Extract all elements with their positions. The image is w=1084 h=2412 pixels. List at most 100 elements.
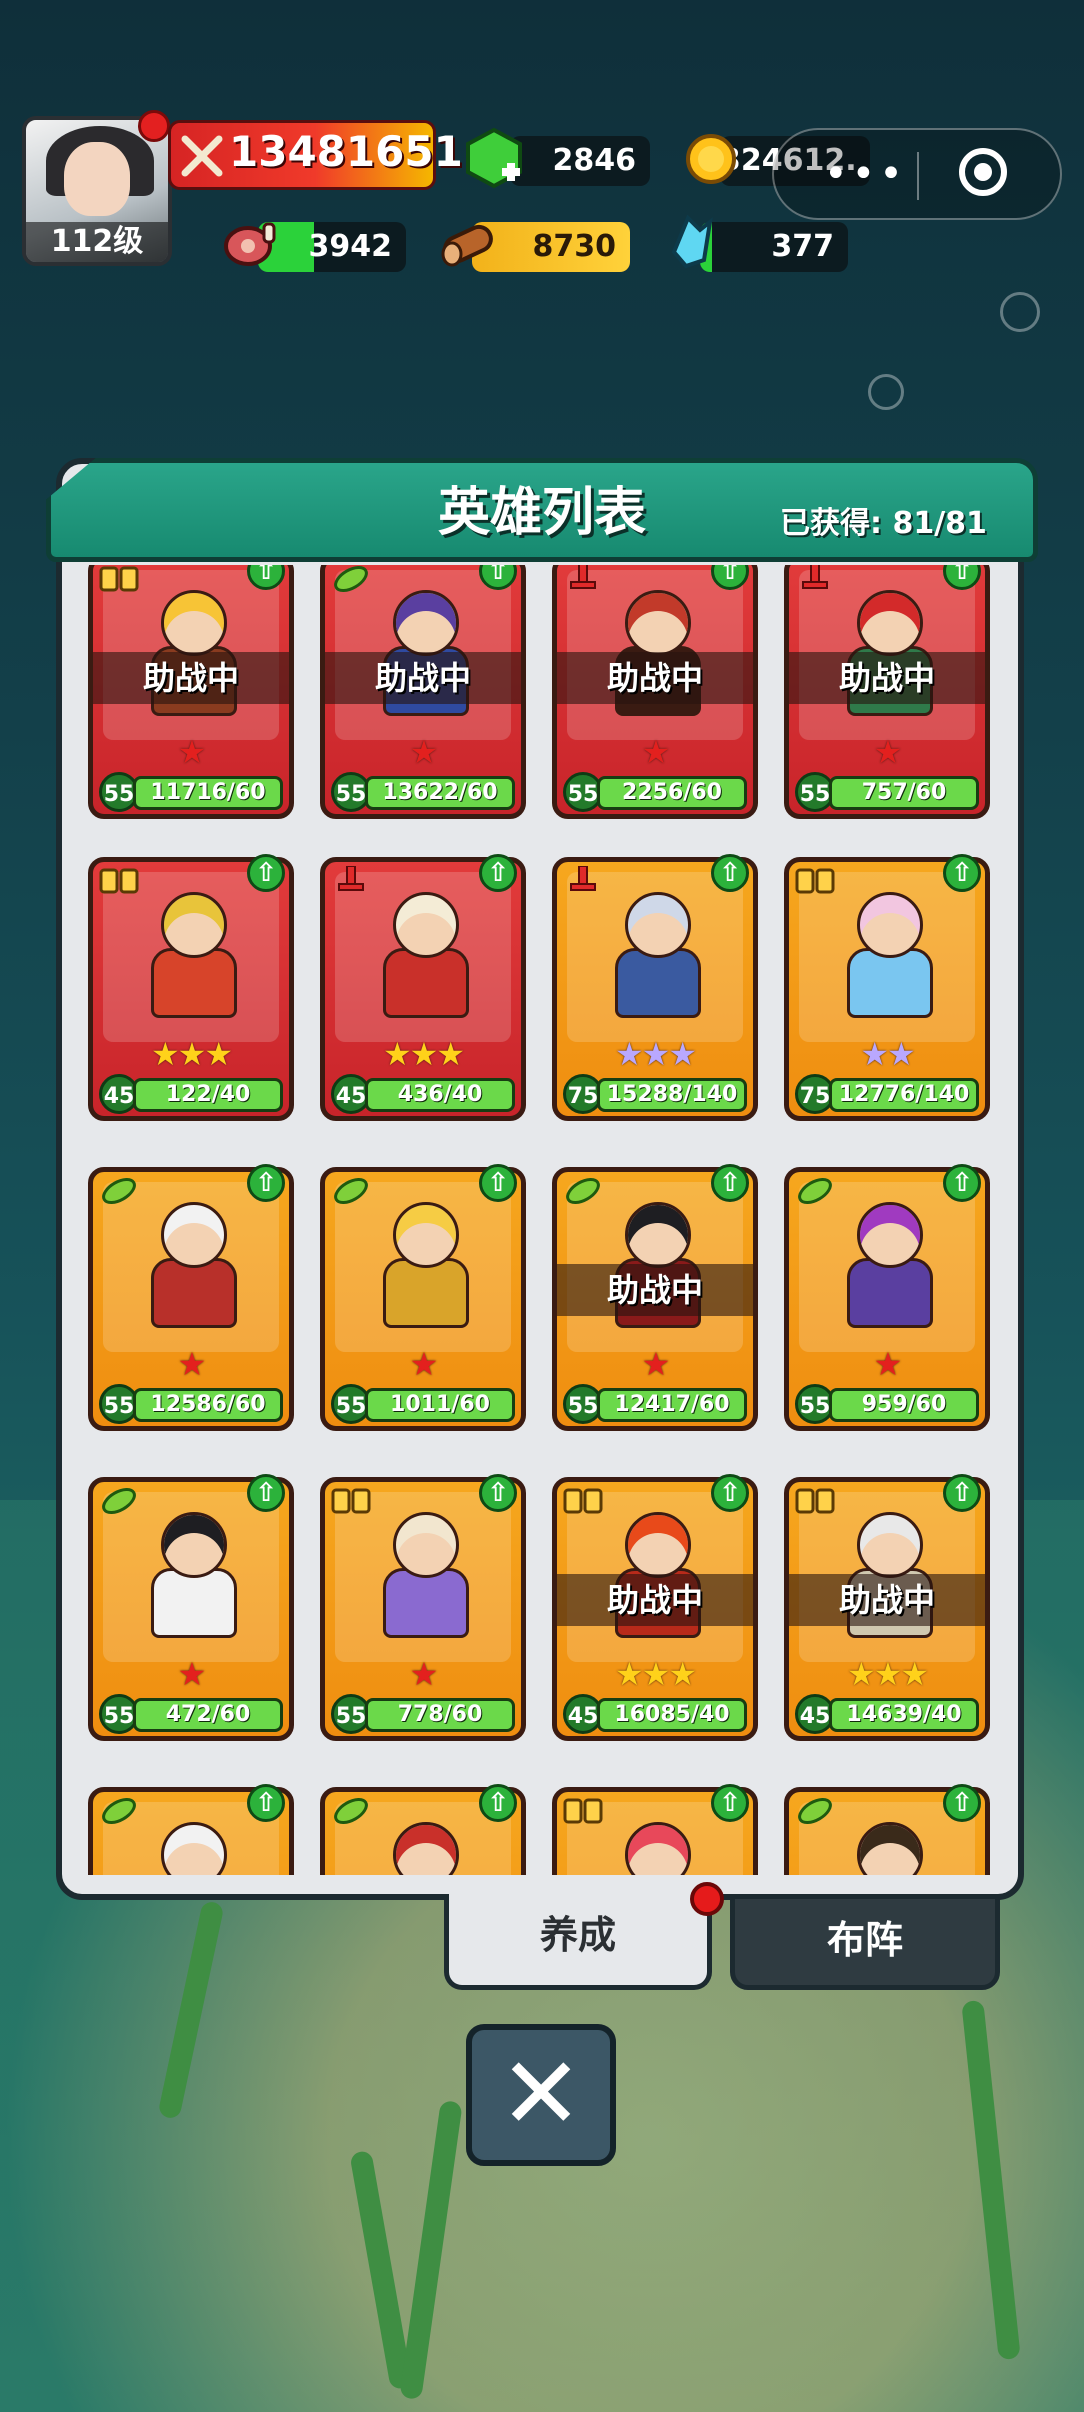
sword-class-icon bbox=[331, 865, 371, 896]
hero-head bbox=[161, 1512, 227, 1578]
combat-power-value: 13481651 bbox=[229, 127, 463, 176]
hero-figure bbox=[141, 1822, 241, 1875]
hero-head bbox=[857, 1512, 923, 1578]
shard-progress: 2256/60 bbox=[597, 776, 747, 810]
shard-progress: 11716/60 bbox=[133, 776, 283, 810]
star-rating: ★ bbox=[409, 733, 439, 771]
hero-card[interactable]: ⇧ bbox=[320, 1784, 526, 1875]
hero-figure bbox=[605, 892, 705, 1018]
upgrade-arrow-icon: ⇧ bbox=[247, 1784, 285, 1822]
star-rating: ★ bbox=[873, 733, 903, 771]
shard-progress: 959/60 bbox=[829, 1388, 979, 1422]
book-class-icon bbox=[99, 565, 139, 594]
star-rating: ★★★ bbox=[382, 1035, 465, 1073]
hero-card[interactable]: ⇧ ★★★ 45 436/40 bbox=[320, 854, 526, 1121]
more-menu-button[interactable]: ••• bbox=[824, 154, 907, 194]
hero-head bbox=[625, 1512, 691, 1578]
hero-card[interactable]: ⇧ 助战中 ★ 55 2256/60 bbox=[552, 565, 758, 819]
player-level: 112级 bbox=[26, 222, 168, 262]
hero-body bbox=[151, 948, 237, 1018]
close-button[interactable]: ✕ bbox=[466, 2024, 616, 2166]
leaf-class-icon bbox=[331, 1176, 371, 1206]
mini-program-capsule: ••• bbox=[772, 128, 1062, 220]
book-class-icon bbox=[563, 1486, 603, 1516]
hero-card[interactable]: ⇧ 助战中 ★★★ 45 14639/40 bbox=[784, 1474, 990, 1741]
hero-card[interactable]: ⇧ 助战中 ★ 55 11716/60 bbox=[88, 565, 294, 819]
hero-card[interactable]: ⇧ 助战中 ★ 55 13622/60 bbox=[320, 565, 526, 819]
close-mini-program-icon[interactable] bbox=[959, 148, 1007, 196]
hero-figure bbox=[373, 1512, 473, 1638]
hero-figure bbox=[141, 1512, 241, 1638]
hero-card[interactable]: ⇧ bbox=[88, 1784, 294, 1875]
gems-value: 2846 bbox=[552, 143, 637, 178]
hero-head bbox=[393, 1822, 459, 1875]
leaf-class-icon bbox=[99, 1486, 139, 1516]
upgrade-arrow-icon: ⇧ bbox=[479, 1164, 517, 1202]
hero-head bbox=[857, 590, 923, 656]
crystal-counter: 377 bbox=[700, 222, 848, 272]
hero-figure bbox=[837, 1822, 937, 1875]
combat-power-bar: 13481651 bbox=[168, 120, 463, 190]
star-rating: ★★★ bbox=[846, 1655, 929, 1693]
tab-formation[interactable]: 布阵 bbox=[730, 1894, 1000, 1990]
shard-progress: 12776/140 bbox=[829, 1078, 979, 1112]
shard-progress: 16085/40 bbox=[597, 1698, 747, 1732]
upgrade-arrow-icon: ⇧ bbox=[711, 1784, 749, 1822]
hero-head bbox=[393, 1202, 459, 1268]
hero-head bbox=[857, 1822, 923, 1875]
hero-figure bbox=[373, 1202, 473, 1328]
hero-card[interactable]: ⇧ 助战中 ★★★ 45 16085/40 bbox=[552, 1474, 758, 1741]
hero-card[interactable]: ⇧ 助战中 ★ 55 757/60 bbox=[784, 565, 990, 819]
assisting-label: 助战中 bbox=[789, 652, 985, 704]
book-class-icon bbox=[99, 866, 139, 896]
hero-card[interactable]: ⇧ ★★★ 75 15288/140 bbox=[552, 854, 758, 1121]
hero-card[interactable]: ⇧ bbox=[784, 1784, 990, 1875]
upgrade-arrow-icon: ⇧ bbox=[479, 1784, 517, 1822]
hero-head bbox=[625, 1822, 691, 1875]
assisting-label: 助战中 bbox=[789, 1574, 985, 1626]
crystal-value: 377 bbox=[771, 229, 834, 264]
hero-card[interactable]: ⇧ ★ 55 1011/60 bbox=[320, 1164, 526, 1431]
assisting-label: 助战中 bbox=[325, 652, 521, 704]
hero-figure bbox=[141, 892, 241, 1018]
leaf-class-icon bbox=[795, 1176, 835, 1206]
upgrade-arrow-icon: ⇧ bbox=[943, 1164, 981, 1202]
upgrade-arrow-icon: ⇧ bbox=[247, 854, 285, 892]
star-rating: ★★★ bbox=[614, 1035, 697, 1073]
hero-card[interactable]: ⇧ ★ 55 472/60 bbox=[88, 1474, 294, 1741]
hero-grid[interactable]: ⇧ 助战中 ★ 55 11716/60 ⇧ 助战中 ★ 55 13622/60 ⇧ 助战中 ★ 55 225… bbox=[72, 565, 1012, 1875]
hero-card[interactable]: ⇧ ★ 55 778/60 bbox=[320, 1474, 526, 1741]
hero-figure bbox=[837, 1202, 937, 1328]
hero-card[interactable]: ⇧ ★★ 75 12776/140 bbox=[784, 854, 990, 1121]
star-rating: ★★★ bbox=[150, 1035, 233, 1073]
hero-card[interactable]: ⇧ bbox=[552, 1784, 758, 1875]
star-rating: ★ bbox=[641, 1345, 671, 1383]
bubble bbox=[1000, 292, 1040, 332]
meat-icon bbox=[224, 222, 276, 266]
leaf-class-icon bbox=[331, 565, 371, 594]
book-class-icon bbox=[795, 1486, 835, 1516]
hero-figure bbox=[605, 1822, 705, 1875]
upgrade-arrow-icon: ⇧ bbox=[943, 1784, 981, 1822]
crystal-icon bbox=[671, 214, 713, 269]
hero-card[interactable]: ⇧ ★ 55 959/60 bbox=[784, 1164, 990, 1431]
assisting-label: 助战中 bbox=[93, 652, 289, 704]
wood-value: 8730 bbox=[532, 229, 617, 264]
hero-card[interactable]: ⇧ 助战中 ★ 55 12417/60 bbox=[552, 1164, 758, 1431]
hero-card[interactable]: ⇧ ★★★ 45 122/40 bbox=[88, 854, 294, 1121]
hero-head bbox=[161, 590, 227, 656]
hero-figure bbox=[373, 892, 473, 1018]
notification-dot bbox=[138, 110, 170, 142]
hero-card[interactable]: ⇧ ★ 55 12586/60 bbox=[88, 1164, 294, 1431]
green-gem-plus-icon bbox=[466, 128, 522, 189]
hero-head bbox=[393, 590, 459, 656]
star-rating: ★ bbox=[177, 1345, 207, 1383]
tab-develop[interactable]: 养成 bbox=[444, 1894, 712, 1990]
shard-progress: 778/60 bbox=[365, 1698, 515, 1732]
hero-head bbox=[393, 892, 459, 958]
upgrade-arrow-icon: ⇧ bbox=[247, 1474, 285, 1512]
shard-progress: 12586/60 bbox=[133, 1388, 283, 1422]
star-rating: ★★★ bbox=[614, 1655, 697, 1693]
star-rating: ★ bbox=[177, 1655, 207, 1693]
upgrade-arrow-icon: ⇧ bbox=[247, 1164, 285, 1202]
